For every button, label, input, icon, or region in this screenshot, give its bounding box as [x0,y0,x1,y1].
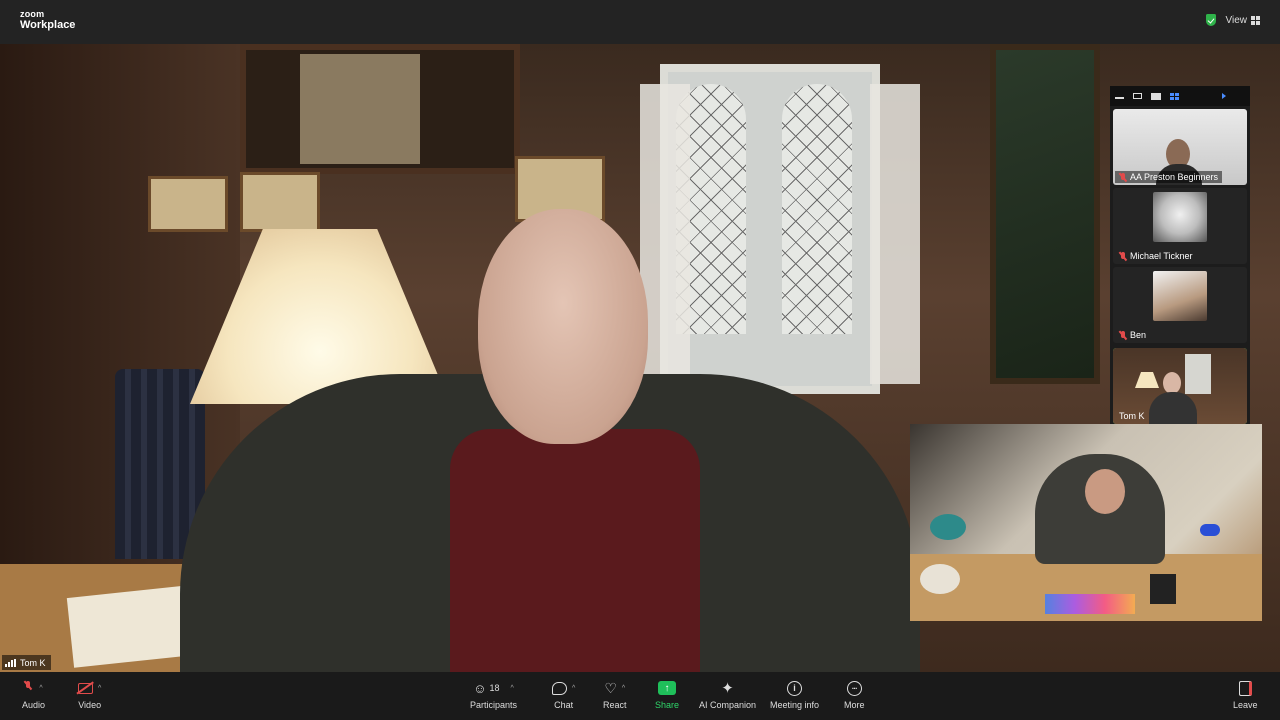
avatar [1153,192,1207,242]
view-label: View [1225,14,1248,26]
participant-count: 18 [489,683,500,693]
app-logo: zoom Workplace [20,10,75,31]
ai-companion-label: AI Companion [699,700,757,710]
share-button[interactable]: ↑ Share [655,678,679,718]
chat-icon [552,681,567,695]
more-label: More [844,700,865,710]
react-label: React [603,700,627,710]
participants-icon: ☺ [473,680,487,696]
leave-icon [1238,680,1252,696]
audio-label: Audio [22,700,46,710]
thumbnail-toolbar [1110,86,1250,106]
meeting-info-button[interactable]: i Meeting info [770,678,819,718]
view-button[interactable]: View [1225,14,1260,26]
minimize-icon[interactable] [1115,97,1124,99]
participants-thumbnail-panel: AA Preston Beginners Michael Tickner Ben… [1110,86,1250,426]
speaker-name-tag: Tom K [2,655,51,670]
info-icon: i [787,680,803,696]
window-titlebar: zoom Workplace View [0,0,1280,44]
chat-label: Chat [554,700,574,710]
strip-view-icon[interactable] [1133,93,1142,99]
react-button[interactable]: ♡ ^ React [603,678,627,718]
floating-self-view[interactable] [910,424,1262,621]
participant-tile[interactable]: Michael Tickner [1113,188,1247,264]
sparkle-icon: ✦ [721,680,734,697]
heart-icon: ♡ [604,679,617,696]
participant-tile[interactable]: AA Preston Beginners [1113,109,1247,185]
participant-tile[interactable]: Ben [1113,267,1247,343]
participant-name: Michael Tickner [1130,251,1193,261]
logo-brand-small: zoom [20,9,45,19]
chat-button[interactable]: ^ Chat [552,678,575,718]
meeting-controls-toolbar: ^ Audio ^ Video ☺ 18 ^ Participants ^ Ch… [0,672,1280,720]
meeting-info-label: Meeting info [770,700,820,710]
participant-label: AA Preston Beginners [1115,171,1223,183]
participant-name: Ben [1130,330,1147,340]
signal-bars-icon [5,658,16,667]
shield-check-icon[interactable] [1205,14,1216,26]
mic-muted-icon [1119,172,1127,182]
chevron-up-icon[interactable]: ^ [511,685,514,692]
speaker-name: Tom K [20,657,46,668]
logo-brand-name: Workplace [20,19,76,31]
speaker-view-icon[interactable] [1151,92,1161,100]
ai-companion-button[interactable]: ✦ AI Companion [699,678,756,718]
video-label: Video [78,700,102,710]
mic-muted-icon [1119,330,1127,340]
share-label: Share [655,700,680,710]
share-screen-icon: ↑ [658,681,677,695]
participant-label: Tom K [1115,410,1149,422]
chevron-up-icon[interactable]: ^ [622,685,625,692]
chevron-up-icon[interactable]: ^ [98,685,101,692]
participant-label: Ben [1115,329,1150,341]
gallery-view-icon[interactable] [1170,92,1179,100]
participant-tile-active-speaker[interactable]: Tom K [1113,348,1247,424]
chevron-up-icon[interactable]: ^ [572,685,575,692]
audio-button[interactable]: ^ Audio [22,678,45,718]
video-button[interactable]: ^ Video [76,678,102,718]
next-page-icon[interactable] [1222,93,1226,99]
participants-label: Participants [470,700,518,710]
mic-muted-icon [1119,251,1127,261]
leave-button[interactable]: Leave [1233,678,1258,718]
camera-off-icon [76,680,94,694]
more-dots-icon: ··· [846,680,862,696]
avatar [1153,271,1207,321]
participant-label: Michael Tickner [1115,250,1197,262]
grid-icon [1251,15,1260,25]
painting [990,44,1100,384]
more-button[interactable]: ··· More [844,678,865,718]
leave-label: Leave [1233,700,1258,710]
participant-name: AA Preston Beginners [1130,172,1219,182]
participants-button[interactable]: ☺ 18 ^ Participants [470,678,517,718]
mic-muted-icon [24,681,34,695]
chevron-up-icon[interactable]: ^ [39,685,42,692]
participant-name: Tom K [1119,411,1145,421]
